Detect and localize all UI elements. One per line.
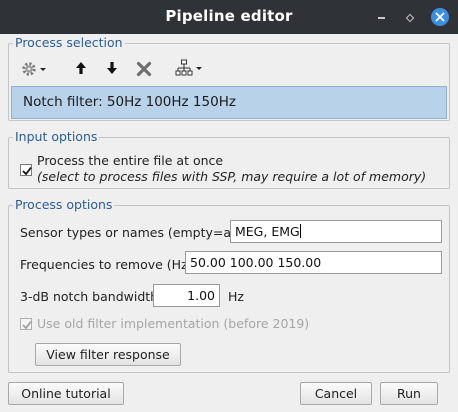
entire-file-checkbox[interactable] (20, 164, 32, 176)
process-options-legend: Process options (13, 197, 115, 213)
online-tutorial-button[interactable]: Online tutorial (8, 382, 124, 405)
maximize-icon[interactable] (402, 9, 418, 25)
frequencies-input[interactable]: 50.00 100.00 150.00 (185, 251, 442, 274)
pipeline-tree-icon[interactable] (175, 59, 207, 82)
bandwidth-label: 3-dB notch bandwidth: (20, 289, 163, 304)
minimize-icon[interactable] (374, 9, 390, 25)
process-list-item[interactable]: Notch filter: 50Hz 100Hz 150Hz (11, 86, 447, 119)
input-options-panel: Input options Process the entire file at… (8, 129, 450, 189)
process-selection-legend: Process selection (13, 35, 125, 51)
entire-file-hint: (select to process files with SSP, may r… (37, 169, 427, 184)
old-filter-checkbox[interactable] (20, 318, 32, 330)
sensor-types-input[interactable]: MEG, EMG (230, 220, 442, 243)
entire-file-label: Process the entire file at once (37, 153, 224, 168)
bandwidth-unit: Hz (228, 289, 244, 304)
delete-icon[interactable] (136, 61, 152, 80)
title-bar: Pipeline editor (0, 0, 458, 34)
process-options-panel: Process options Sensor types or names (e… (8, 197, 450, 373)
process-selection-panel: Process selection Notch filter: 50Hz 100… (8, 35, 450, 121)
old-filter-label: Use old filter implementation (before 20… (37, 316, 310, 331)
cancel-button[interactable]: Cancel (300, 382, 372, 405)
run-button[interactable]: Run (380, 382, 438, 405)
input-options-legend: Input options (13, 129, 100, 145)
move-down-icon[interactable] (106, 61, 118, 78)
sensor-types-label: Sensor types or names (empty=all): (20, 225, 248, 240)
view-filter-response-button[interactable]: View filter response (35, 343, 181, 366)
gear-icon[interactable] (21, 61, 51, 80)
frequencies-label: Frequencies to remove (Hz): (20, 257, 197, 272)
bandwidth-input[interactable]: 1.00 (153, 284, 220, 307)
move-up-icon[interactable] (75, 61, 87, 78)
close-icon[interactable] (431, 8, 449, 26)
